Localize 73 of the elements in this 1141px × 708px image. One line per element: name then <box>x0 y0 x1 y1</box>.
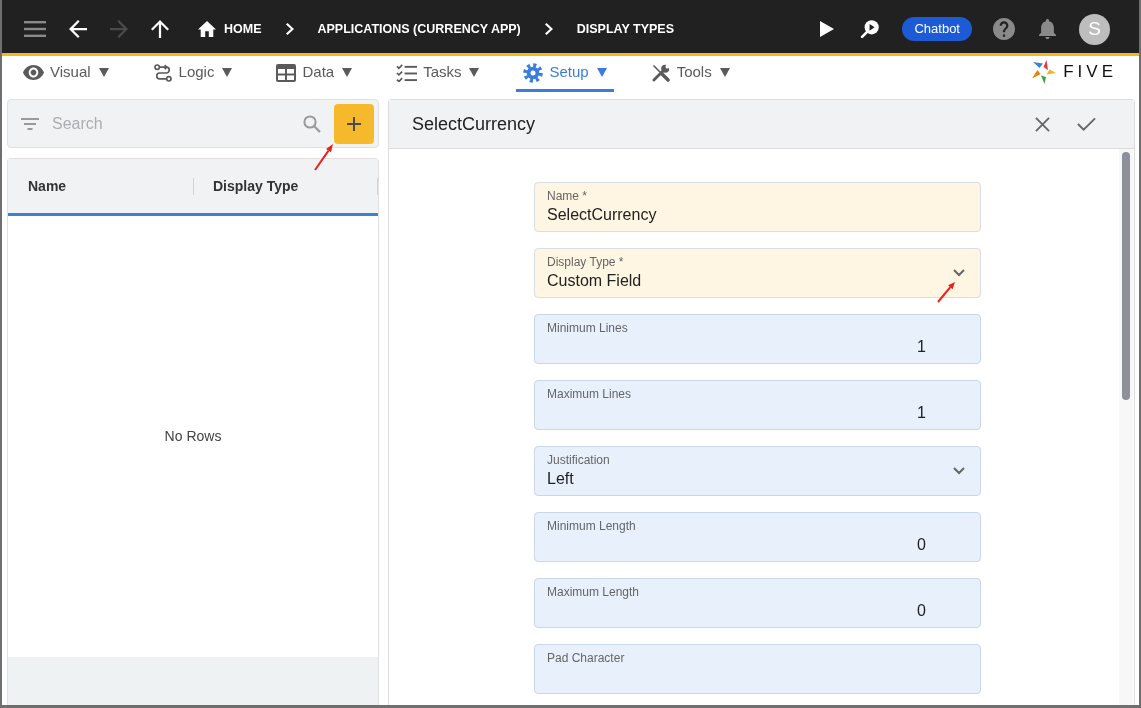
number-field[interactable]: Maximum Lines 1 <box>534 380 981 430</box>
column-header[interactable]: Name <box>28 175 193 197</box>
field-label: Display Type * <box>547 255 624 269</box>
column-header[interactable]: Display Type <box>213 175 377 197</box>
plus-icon <box>347 116 361 131</box>
logo-text: FIVE <box>1063 61 1117 84</box>
field-value: 0 <box>917 601 926 621</box>
field-value: Custom Field <box>547 271 642 291</box>
breadcrumb-link[interactable]: APPLICATIONS (CURRENCY APP) <box>317 19 521 39</box>
field-label: Justification <box>547 453 610 467</box>
breadcrumb-link[interactable]: HOME <box>198 19 262 39</box>
field-value: Left <box>547 469 574 489</box>
scrollbar-thumb[interactable] <box>1122 152 1130 400</box>
chevron-down-icon[interactable] <box>953 467 965 475</box>
search-bar[interactable]: Search <box>7 99 379 148</box>
play-icon[interactable] <box>820 21 835 37</box>
chatbot-button[interactable]: Chatbot <box>902 17 972 41</box>
number-field[interactable]: Minimum Length 0 <box>534 512 981 562</box>
caret-icon <box>98 68 109 77</box>
field-label: Minimum Length <box>547 519 636 533</box>
home-icon <box>198 21 216 37</box>
caret-icon <box>222 68 233 77</box>
search-play-icon[interactable] <box>860 19 881 39</box>
menu-tab[interactable]: Tools <box>643 56 737 92</box>
menu-tab[interactable]: Data <box>269 56 360 92</box>
field-value: 1 <box>917 403 926 423</box>
checklist-icon <box>396 63 418 82</box>
wrench-screwdriver-icon <box>650 62 671 83</box>
eye-icon <box>23 65 44 80</box>
field-label: Maximum Lines <box>547 387 632 401</box>
menu-tab[interactable]: Visual <box>16 56 116 92</box>
field-label: Name * <box>547 189 587 203</box>
text-field[interactable]: Name * SelectCurrency <box>534 182 981 232</box>
notifications-bell-icon[interactable] <box>1039 19 1056 39</box>
search-field[interactable]: Search <box>52 111 303 136</box>
empty-message: No Rows <box>164 427 222 446</box>
caret-icon <box>469 68 480 77</box>
field-label: Minimum Lines <box>547 321 628 335</box>
number-field[interactable]: Maximum Length 0 <box>534 578 981 628</box>
breadcrumb-link[interactable]: DISPLAY TYPES <box>576 19 675 39</box>
check-icon[interactable] <box>1077 117 1096 131</box>
table-icon <box>276 63 297 82</box>
up-arrow-icon[interactable] <box>151 20 169 38</box>
caret-icon <box>342 68 353 77</box>
dropdown-field[interactable]: Justification Left <box>534 446 981 496</box>
chevron-right-icon <box>285 23 294 35</box>
number-field[interactable]: Minimum Lines 1 <box>534 314 981 364</box>
flow-icon <box>152 62 173 83</box>
text-field[interactable]: Pad Character <box>534 644 981 694</box>
scrollbar[interactable] <box>1119 149 1133 705</box>
back-arrow-icon[interactable] <box>69 20 87 38</box>
menu-tab[interactable]: Setup <box>516 56 614 92</box>
chevron-right-icon <box>544 23 553 35</box>
pinwheel-logo-icon <box>1031 59 1058 85</box>
annotation-arrow <box>312 141 336 173</box>
chevron-down-icon[interactable] <box>953 269 965 277</box>
caret-icon <box>596 68 607 77</box>
field-value: SelectCurrency <box>547 205 657 225</box>
annotation-arrow <box>936 280 958 304</box>
add-button[interactable] <box>334 103 374 144</box>
menu-tab[interactable]: Logic <box>145 56 240 92</box>
field-label: Pad Character <box>547 651 625 665</box>
menu-tab[interactable]: Tasks <box>389 56 487 92</box>
field-value: 0 <box>917 535 926 555</box>
menu-icon[interactable] <box>24 21 46 37</box>
dropdown-field[interactable]: Display Type * Custom Field <box>534 248 981 298</box>
gear-icon <box>523 62 544 83</box>
field-label: Maximum Length <box>547 585 640 599</box>
caret-icon <box>719 68 730 77</box>
field-value: 1 <box>917 337 926 357</box>
form-title: SelectCurrency <box>412 112 536 136</box>
close-icon[interactable] <box>1035 116 1050 132</box>
help-icon[interactable] <box>993 18 1015 40</box>
